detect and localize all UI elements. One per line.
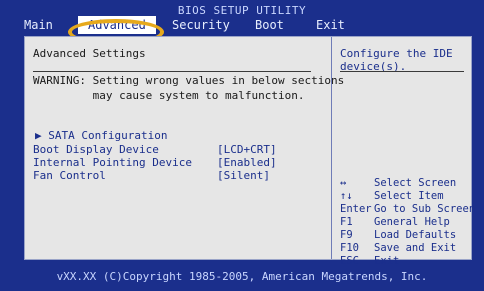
- key-description: Save and Exit: [374, 242, 457, 254]
- key-description: Exit: [374, 255, 400, 267]
- content-panel: Advanced Settings WARNING: Setting wrong…: [24, 36, 475, 267]
- warning-text: WARNING: Setting wrong values in below s…: [33, 74, 345, 102]
- arrows-vertical-icon: ↑↓: [340, 190, 353, 202]
- key-f1: F1: [340, 216, 353, 228]
- help-area: Configure the IDE device(s). ↔ Select Sc…: [332, 37, 475, 267]
- key-description: Select Screen: [374, 177, 457, 189]
- section-divider: [33, 71, 311, 72]
- bios-screen: BIOS SETUP UTILITY Main Advanced Securit…: [0, 0, 484, 291]
- setting-internal-pointing-device[interactable]: Internal Pointing Device [Enabled]: [33, 156, 323, 170]
- setting-fan-control[interactable]: Fan Control [Silent]: [33, 169, 323, 183]
- setting-boot-display-device[interactable]: Boot Display Device [LCD+CRT]: [33, 143, 323, 157]
- copyright-footer: vXX.XX (C)Copyright 1985-2005, American …: [56, 270, 428, 283]
- section-title: Advanced Settings: [33, 47, 146, 60]
- setting-label: Fan Control: [33, 169, 106, 182]
- key-description: Select Item: [374, 190, 444, 202]
- sata-configuration-submenu[interactable]: ▶ SATA Configuration: [35, 129, 167, 142]
- key-description: General Help: [374, 216, 450, 228]
- key-description: Go to Sub Screen: [374, 203, 476, 215]
- tab-boot[interactable]: Boot: [255, 18, 284, 32]
- setting-label: Internal Pointing Device: [33, 156, 192, 169]
- key-enter: Enter: [340, 203, 372, 215]
- setting-value[interactable]: [LCD+CRT]: [217, 143, 277, 156]
- tab-main[interactable]: Main: [24, 18, 53, 32]
- key-f9: F9: [340, 229, 353, 241]
- key-esc: ESC: [340, 255, 359, 267]
- help-text: Configure the IDE device(s).: [340, 47, 453, 73]
- key-f10: F10: [340, 242, 359, 254]
- help-divider: [340, 71, 464, 72]
- setting-value[interactable]: [Enabled]: [217, 156, 277, 169]
- tab-exit[interactable]: Exit: [316, 18, 345, 32]
- setting-label: Boot Display Device: [33, 143, 159, 156]
- settings-area: Advanced Settings WARNING: Setting wrong…: [25, 37, 344, 259]
- tab-bar: Main Advanced Security Boot Exit: [0, 16, 484, 45]
- setting-value[interactable]: [Silent]: [217, 169, 270, 182]
- tab-security[interactable]: Security: [172, 18, 230, 32]
- key-description: Load Defaults: [374, 229, 457, 241]
- arrows-horizontal-icon: ↔: [340, 177, 347, 189]
